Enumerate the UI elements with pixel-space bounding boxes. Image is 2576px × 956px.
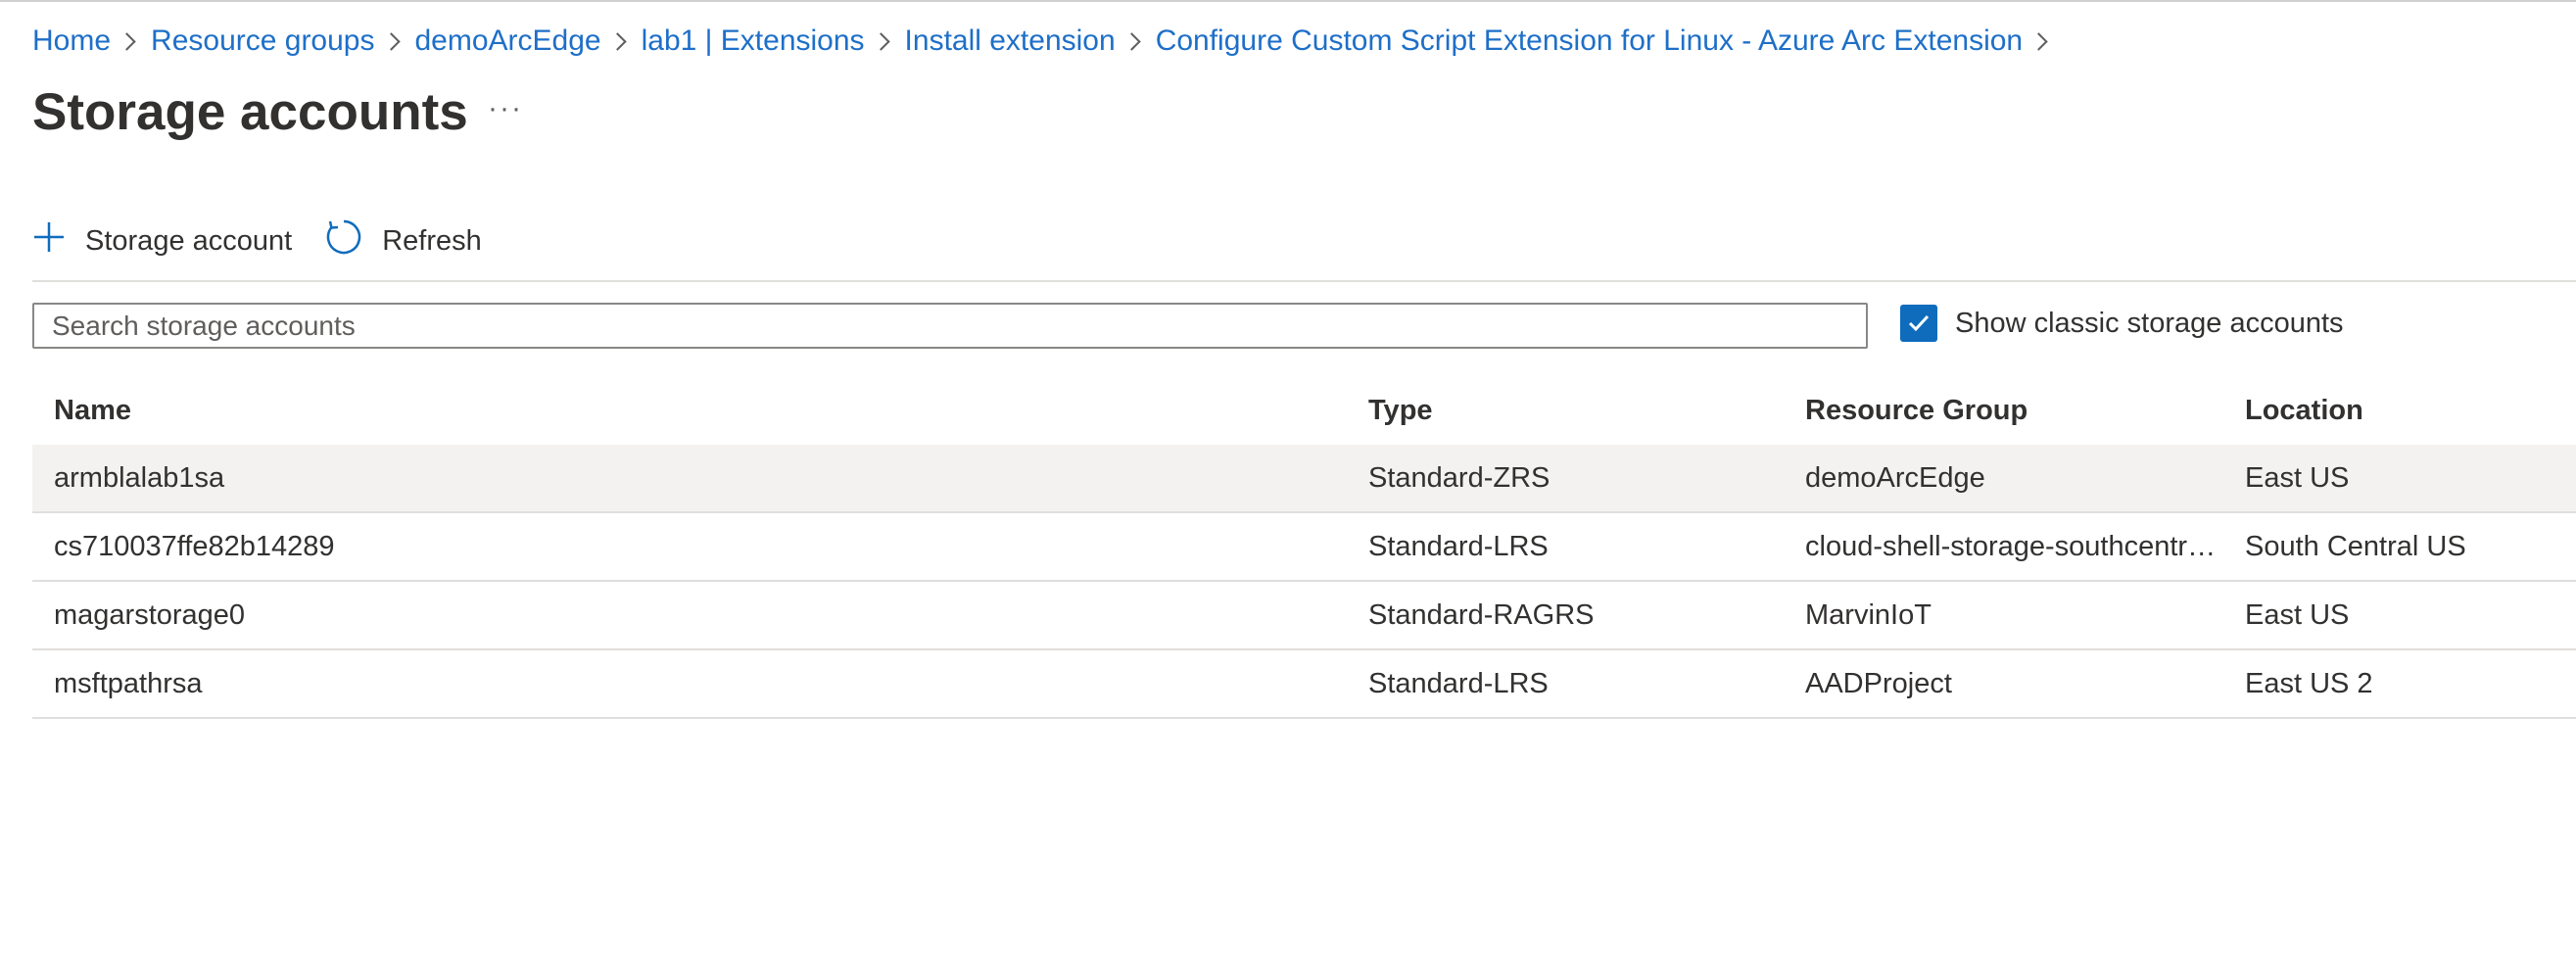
refresh-label: Refresh xyxy=(382,224,482,257)
table-header: Name Type Resource Group Location xyxy=(32,376,2576,445)
cell-location: East US xyxy=(2245,598,2350,631)
breadcrumb-configure-cse[interactable]: Configure Custom Script Extension for Li… xyxy=(1156,24,2023,58)
cell-name: magarstorage0 xyxy=(54,598,246,631)
cell-type: Standard-ZRS xyxy=(1368,461,1550,494)
add-storage-account-label: Storage account xyxy=(85,224,293,257)
cell-location: East US xyxy=(2245,461,2350,494)
breadcrumb-home[interactable]: Home xyxy=(32,24,111,58)
cell-resource-group: cloud-shell-storage-southcentralus xyxy=(1805,530,2223,562)
show-classic-label: Show classic storage accounts xyxy=(1955,307,2344,339)
breadcrumb-demoarcedge[interactable]: demoArcEdge xyxy=(415,24,601,58)
command-bar: Storage account Refresh xyxy=(32,211,515,271)
toolbar-divider xyxy=(32,280,2576,282)
cell-name: cs710037ffe82b14289 xyxy=(54,530,335,562)
cell-resource-group: demoArcEdge xyxy=(1805,461,1985,494)
table-row[interactable]: armblalab1sa Standard-ZRS demoArcEdge Ea… xyxy=(32,445,2576,513)
cell-type: Standard-LRS xyxy=(1368,667,1549,699)
table-row[interactable]: msftpathrsa Standard-LRS AADProject East… xyxy=(32,650,2576,719)
column-header-location[interactable]: Location xyxy=(2223,395,2576,427)
table-row[interactable]: cs710037ffe82b14289 Standard-LRS cloud-s… xyxy=(32,513,2576,582)
show-classic-checkbox[interactable]: Show classic storage accounts xyxy=(1900,305,2344,342)
breadcrumb-resource-groups[interactable]: Resource groups xyxy=(151,24,374,58)
chevron-right-icon xyxy=(1121,31,1141,51)
search-input[interactable] xyxy=(32,303,1868,349)
storage-accounts-table: Name Type Resource Group Location armbla… xyxy=(32,376,2576,719)
breadcrumb-lab1-extensions[interactable]: lab1 | Extensions xyxy=(642,24,865,58)
cell-location: South Central US xyxy=(2245,530,2466,562)
table-row[interactable]: magarstorage0 Standard-RAGRS MarvinIoT E… xyxy=(32,582,2576,650)
cell-name: msftpathrsa xyxy=(54,667,203,699)
cell-location: East US 2 xyxy=(2245,667,2373,699)
cell-type: Standard-RAGRS xyxy=(1368,598,1595,631)
page-title: Storage accounts xyxy=(32,83,468,141)
cell-name: armblalab1sa xyxy=(54,461,225,494)
chevron-right-icon xyxy=(118,31,136,51)
refresh-icon xyxy=(325,218,362,263)
top-border xyxy=(0,0,2576,2)
add-storage-account-button[interactable]: Storage account xyxy=(32,211,292,271)
cell-type: Standard-LRS xyxy=(1368,530,1549,562)
cell-resource-group: AADProject xyxy=(1805,667,1952,699)
refresh-button[interactable]: Refresh xyxy=(325,211,482,271)
chevron-right-icon xyxy=(607,31,627,51)
checkbox-checked-icon[interactable] xyxy=(1900,305,1937,342)
chevron-right-icon xyxy=(381,31,401,51)
column-header-resource-group[interactable]: Resource Group xyxy=(1784,395,2223,427)
more-options-button[interactable]: ··· xyxy=(486,94,525,133)
breadcrumb: Home Resource groups demoArcEdge lab1 | … xyxy=(32,20,2063,63)
chevron-right-icon xyxy=(871,31,890,51)
column-header-type[interactable]: Type xyxy=(1347,395,1784,427)
chevron-right-icon xyxy=(2029,31,2048,51)
breadcrumb-install-extension[interactable]: Install extension xyxy=(905,24,1116,58)
column-header-name[interactable]: Name xyxy=(32,395,1347,427)
cell-resource-group: MarvinIoT xyxy=(1805,598,1932,631)
plus-icon xyxy=(32,220,66,262)
